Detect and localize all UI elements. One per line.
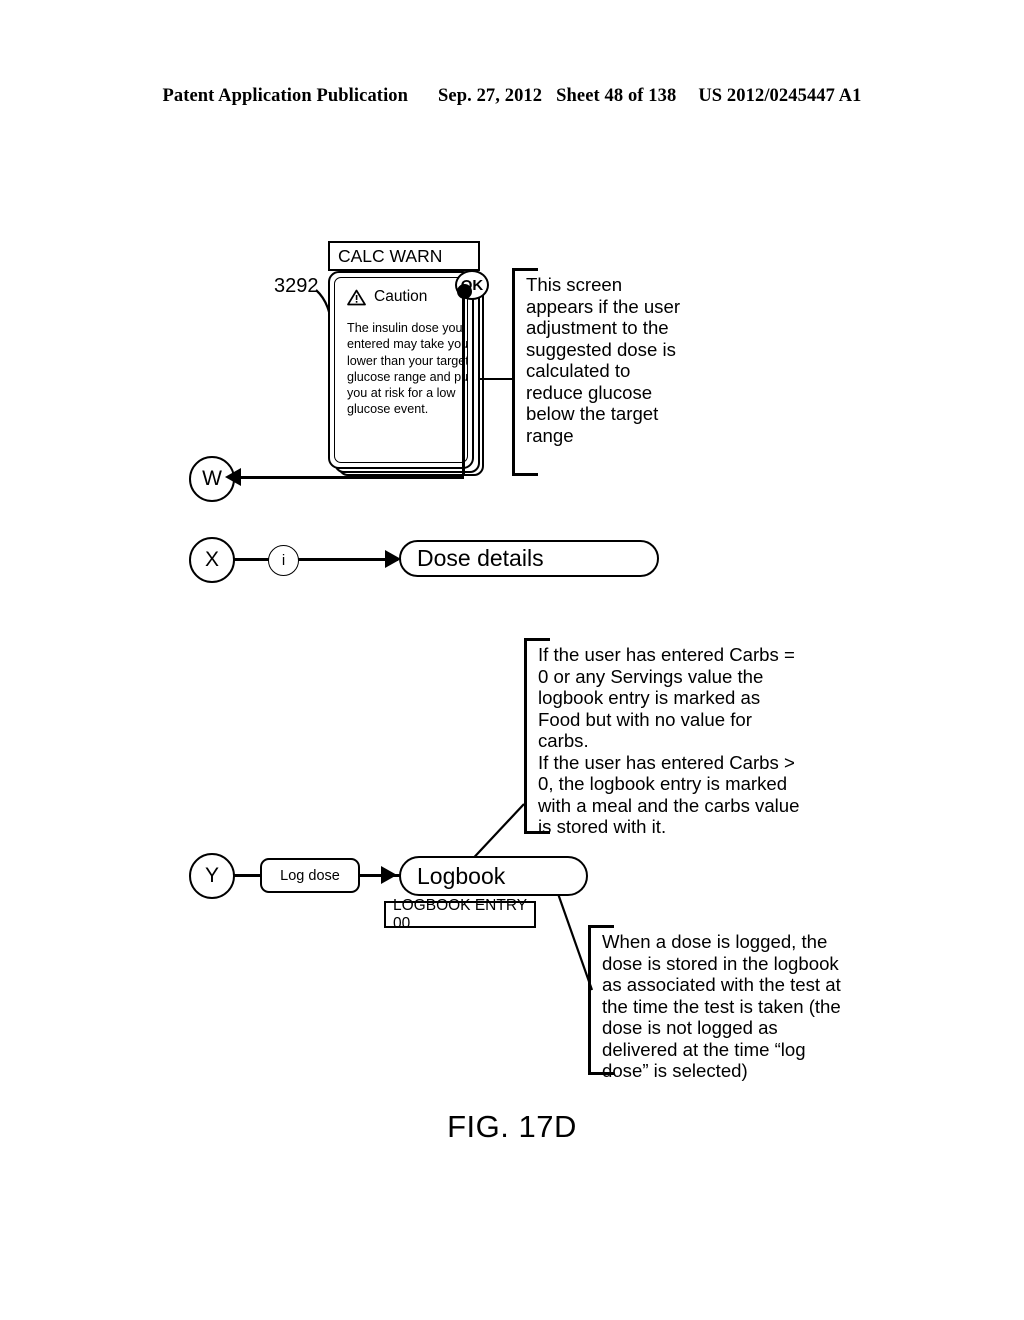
caution-label: Caution: [374, 288, 428, 305]
bracket-vertical: [512, 268, 515, 476]
node-w-label: W: [202, 467, 222, 490]
logbook-entry-label: LOGBOOK ENTRY 00: [393, 896, 527, 932]
screen-dose-details[interactable]: Dose details: [399, 540, 659, 577]
screen-dose-details-label: Dose details: [417, 545, 544, 571]
dialog-title-bar: CALC WARN: [328, 241, 480, 271]
header-sheet: Sheet 48 of 138: [556, 86, 677, 106]
ok-button-connector: [462, 292, 465, 474]
connector-x-to-info: [234, 558, 270, 561]
node-y[interactable]: Y: [189, 853, 235, 899]
dialog-title: CALC WARN: [338, 245, 443, 266]
leader-stub-calc-warn: [480, 378, 512, 380]
bracket-top-tick: [524, 638, 550, 641]
arrow-into-logbook: [381, 866, 397, 884]
dialog-body: Caution The insulin dose you entered may…: [328, 271, 474, 469]
leader-line-logging: [554, 887, 594, 991]
reference-numeral-3292: 3292: [274, 275, 319, 297]
annotation-carbs: If the user has entered Carbs = 0 or any…: [524, 638, 804, 837]
node-y-label: Y: [204, 864, 219, 887]
bracket-top-tick: [588, 925, 614, 928]
caution-row: Caution: [347, 288, 427, 306]
bracket-vertical: [524, 638, 527, 834]
connector-dialog-to-w: [234, 476, 464, 479]
node-x-label: X: [204, 548, 219, 571]
dialog-inner-panel: Caution The insulin dose you entered may…: [334, 277, 468, 463]
node-info-icon[interactable]: i: [268, 545, 299, 576]
figure-caption: FIG. 17D: [447, 1109, 577, 1144]
warning-triangle-icon: [347, 289, 366, 305]
action-log-dose[interactable]: Log dose: [260, 858, 360, 893]
screen-logbook[interactable]: Logbook: [399, 856, 588, 896]
screen-logbook-label: Logbook: [417, 862, 506, 889]
bracket-top-tick: [512, 268, 538, 271]
arrow-into-w: [225, 468, 241, 486]
connector-info-to-dose-details: [298, 558, 398, 561]
header-publication: Patent Application Publication: [162, 86, 409, 106]
logbook-entry-box: LOGBOOK ENTRY 00: [384, 897, 536, 932]
annotation-calc-warn: This screen appears if the user adjustme…: [512, 268, 692, 476]
annotation-carbs-text: If the user has entered Carbs = 0 or any…: [538, 644, 802, 838]
dialog-body-text: The insulin dose you entered may take yo…: [347, 321, 468, 417]
node-x[interactable]: X: [189, 537, 235, 583]
node-info-label: i: [281, 552, 286, 569]
annotation-carbs-paragraph-1: If the user has entered Carbs = 0 or any…: [538, 644, 795, 751]
action-log-dose-label: Log dose: [280, 867, 340, 884]
page-header: Patent Application Publication Sep. 27, 2…: [0, 86, 1024, 107]
header-patent-number: US 2012/0245447 A1: [698, 86, 862, 106]
header-date: Sep. 27, 2012: [438, 86, 543, 106]
bracket-vertical: [588, 925, 591, 1075]
annotation-calc-warn-text: This screen appears if the user adjustme…: [526, 274, 681, 446]
annotation-carbs-paragraph-2: If the user has entered Carbs > 0, the l…: [538, 751, 800, 838]
bracket-bottom-tick: [512, 473, 538, 476]
annotation-logging: When a dose is logged, the dose is store…: [588, 925, 841, 1081]
annotation-logging-text: When a dose is logged, the dose is store…: [602, 931, 841, 1081]
connector-y-to-log-dose: [234, 874, 262, 877]
